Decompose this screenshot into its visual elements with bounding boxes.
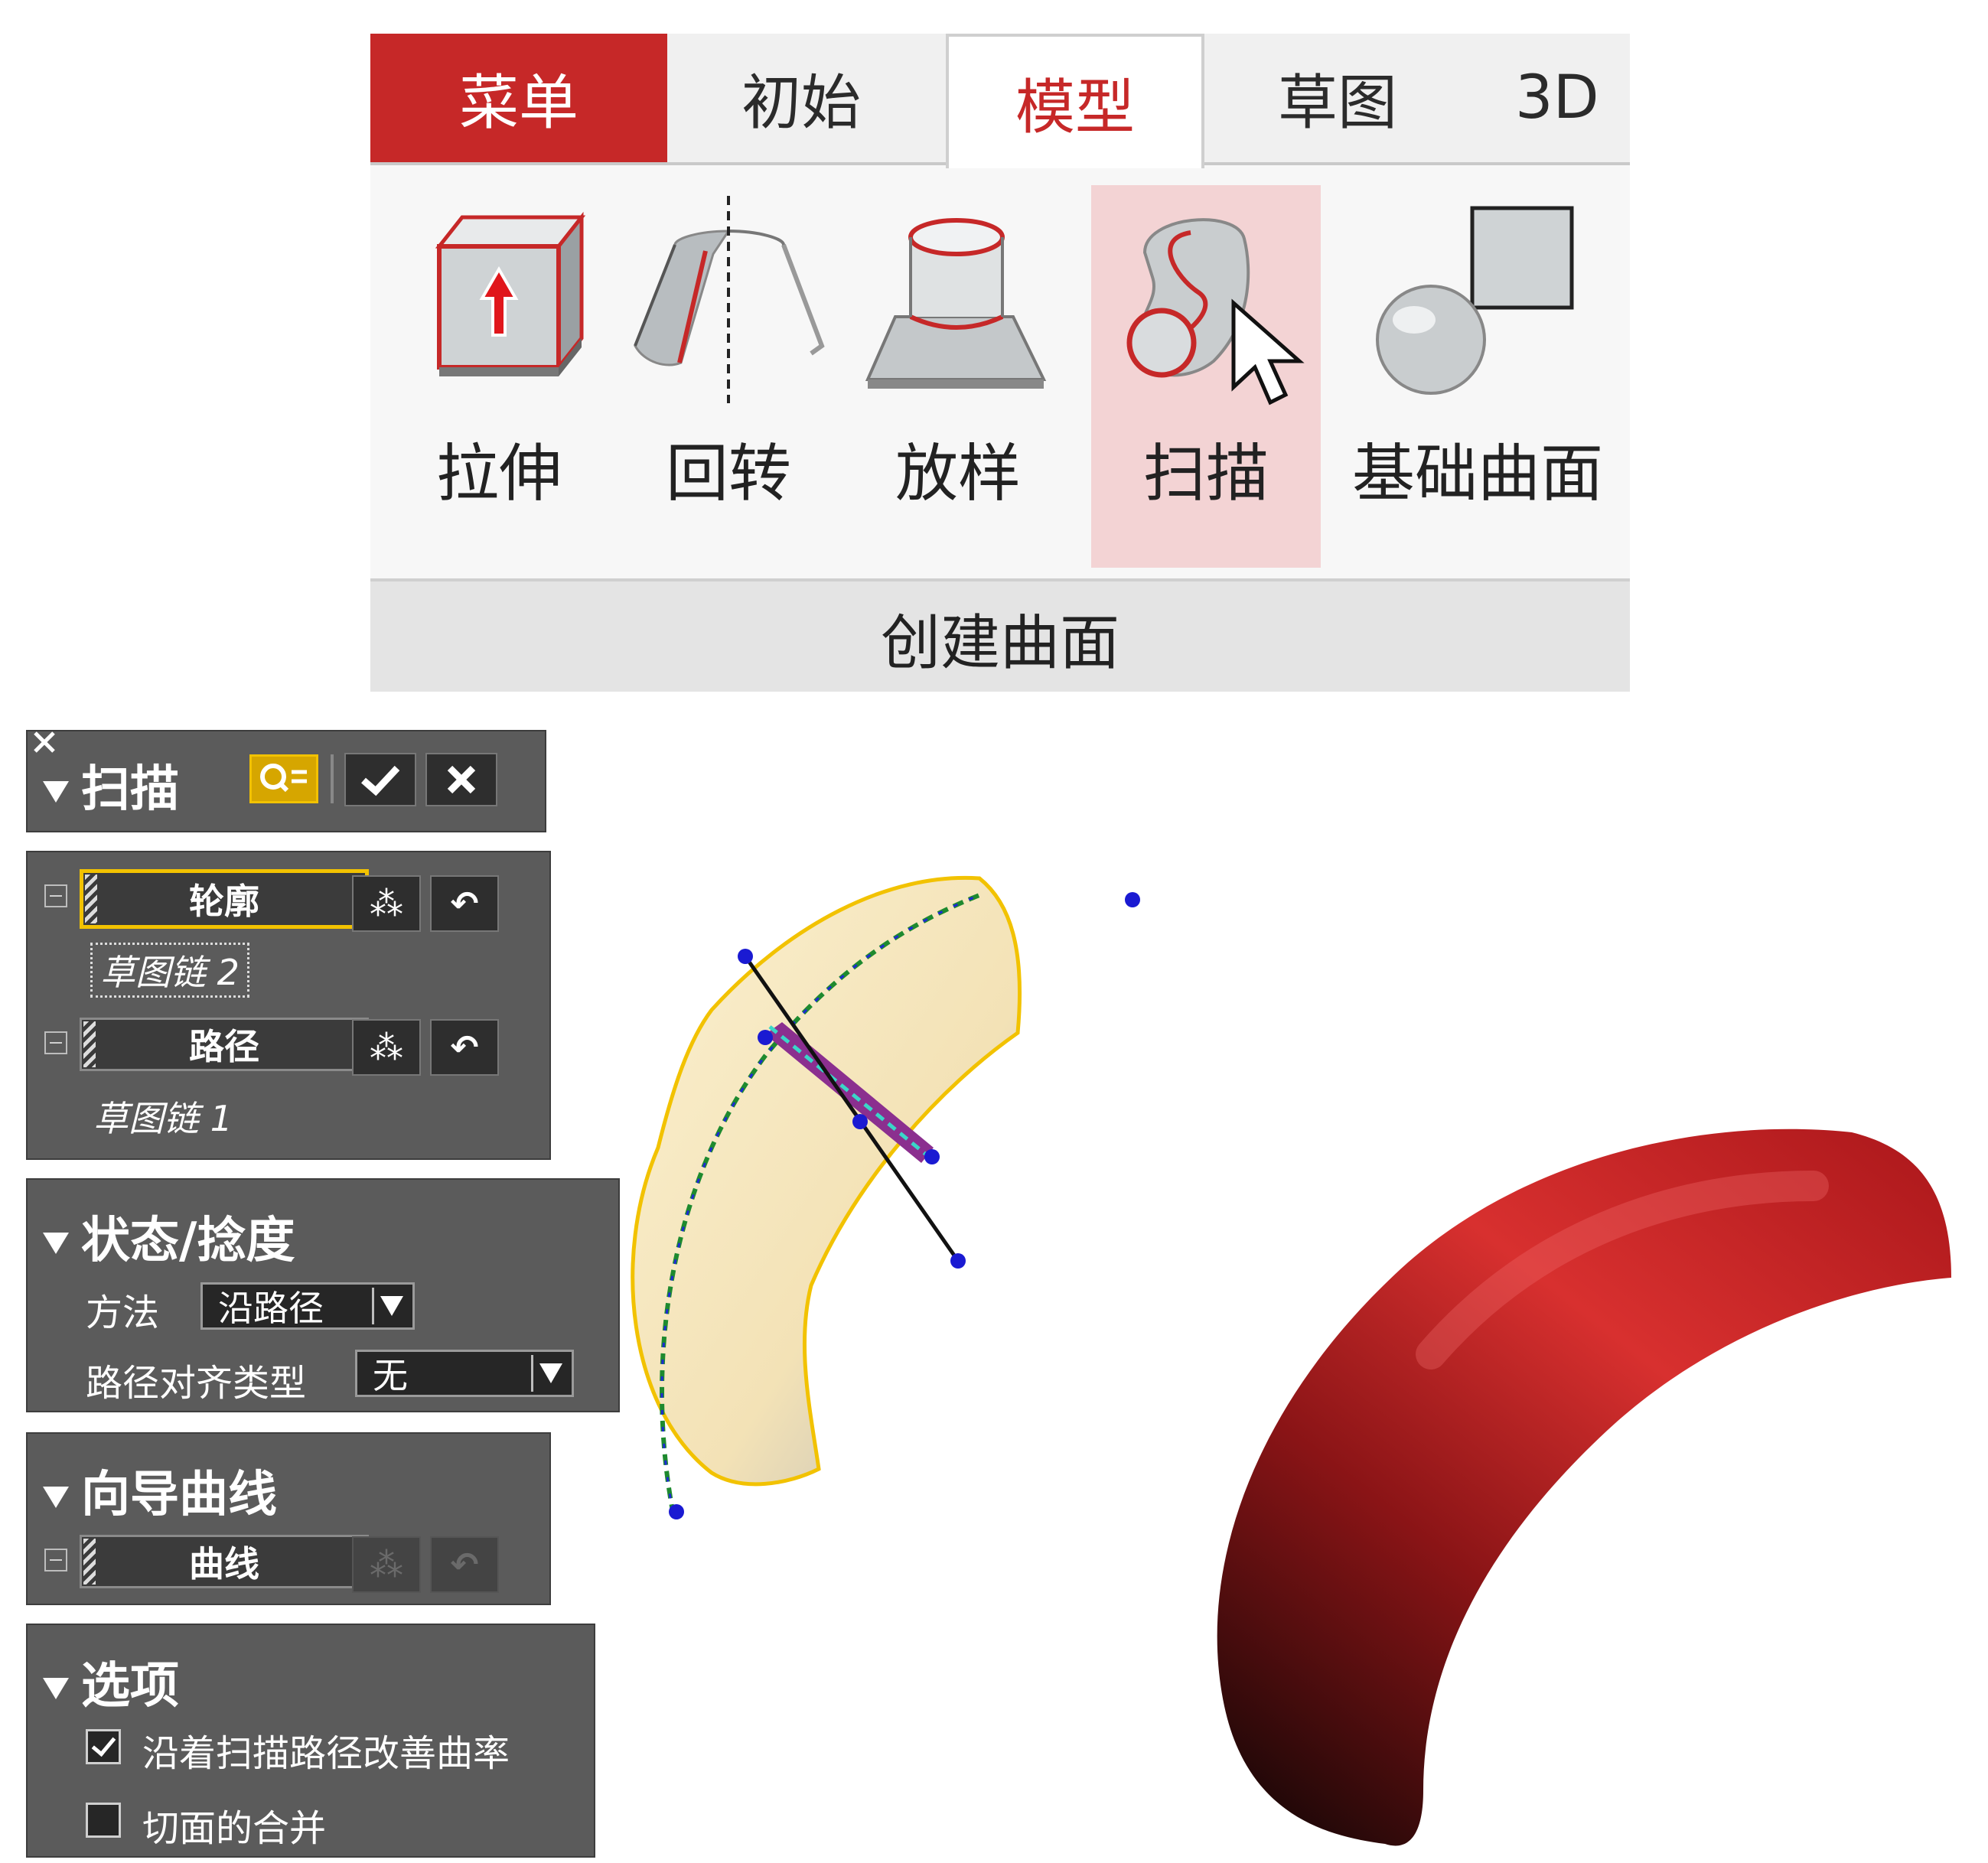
method-label: 方法 [86,1291,160,1334]
control-point[interactable] [950,1253,966,1269]
tangent-merge-checkbox[interactable] [86,1803,121,1838]
control-point[interactable] [924,1149,940,1164]
tool-label-sweep: 扫描 [1142,438,1269,510]
curve-undo-button[interactable]: ↶ [430,1536,499,1593]
method-dropdown[interactable]: 沿路径 [200,1282,415,1330]
state-twist-panel: 状态/捻度 方法 沿路径 路径对齐类型 无 [26,1178,620,1412]
basic-surface-tool[interactable]: 基础曲面 [1328,185,1627,568]
profile-field[interactable]: 轮廓 [80,869,369,929]
cancel-button[interactable] [425,753,497,806]
improve-curvature-label: 沿着扫描路径改善曲率 [142,1732,510,1775]
path-undo-button[interactable]: ↶ [430,1019,499,1076]
select-spark-icon: ⁂ [370,884,403,923]
options-title-text: 选项 [81,1658,179,1715]
guide-title[interactable]: 向导曲线 [43,1455,277,1526]
tool-label-basic-surface: 基础曲面 [1351,438,1603,510]
path-value[interactable]: 草图链 1 [93,1091,233,1142]
extrude-tool[interactable]: 拉伸 [384,185,614,568]
revolve-tool[interactable]: 回转 [614,185,843,568]
select-spark-icon: ⁂ [370,1028,403,1067]
curve-label: 曲线 [189,1543,259,1585]
sweep-preview-viewport[interactable] [612,857,1224,1545]
ribbon-group-label: 创建曲面 [370,578,1630,692]
profile-path-panel: 轮廓 ⁂ ↶ 草图链 2 路径 ⁂ ↶ 草图链 1 [26,851,551,1160]
tab-menu[interactable]: 菜单 [370,34,667,162]
align-type-value: 无 [373,1355,408,1396]
control-point[interactable] [669,1504,684,1519]
hatch-icon [85,875,97,923]
confirm-button[interactable] [344,753,416,806]
path-collapse-icon[interactable] [44,1031,67,1054]
select-spark-icon: ⁂ [370,1545,403,1585]
path-select-button[interactable]: ⁂ [352,1019,421,1076]
hatch-icon [83,1539,96,1585]
options-title[interactable]: 选项 [43,1646,179,1717]
loft-icon [865,218,1047,389]
curve-field[interactable]: 曲线 [80,1535,369,1588]
collapse-triangle-icon [43,781,69,803]
sweep-result-viewport[interactable] [1178,1102,1988,1859]
tab-model[interactable]: 模型 [946,34,1204,168]
align-type-dropdown[interactable]: 无 [355,1350,574,1397]
path-field[interactable]: 路径 [80,1018,369,1071]
tab-3d[interactable]: 3D [1468,34,1630,162]
guide-curves-panel: 向导曲线 曲线 ⁂ ↶ [26,1432,551,1605]
guide-title-text: 向导曲线 [81,1467,277,1523]
profile-undo-button[interactable]: ↶ [430,875,499,932]
collapse-triangle-icon [43,1487,69,1509]
profile-select-button[interactable]: ⁂ [352,875,421,932]
check-icon [361,765,400,796]
profile-value[interactable]: 草图链 2 [90,943,249,998]
sweep-title-text: 扫描 [81,761,179,818]
tab-sketch[interactable]: 草图 [1207,34,1468,162]
control-point[interactable] [852,1114,868,1129]
preview-button[interactable] [249,754,318,803]
undo-icon: ↶ [450,1545,479,1585]
cursor-icon [1231,298,1305,405]
loft-tool[interactable]: 放样 [843,185,1073,568]
profile-collapse-icon[interactable] [44,884,67,907]
align-type-label: 路径对齐类型 [86,1362,307,1405]
state-title[interactable]: 状态/捻度 [43,1201,295,1272]
curve-select-button[interactable]: ⁂ [352,1536,421,1593]
tab-initial[interactable]: 初始 [667,34,935,162]
hatch-icon [83,1021,96,1067]
close-icon [447,765,476,794]
tangent-merge-label: 切面的合并 [142,1807,327,1850]
ribbon: 菜单 初始 模型 草图 3D 拉伸 回转 放样 扫描 基础曲面 创建曲面 [370,34,1630,692]
sweep-title[interactable]: 扫描 [43,750,179,820]
undo-icon: ↶ [450,884,479,923]
curve-collapse-icon[interactable] [44,1549,67,1571]
control-point[interactable] [738,949,753,964]
state-title-text: 状态/捻度 [81,1213,295,1269]
dropdown-arrow-icon [531,1355,569,1392]
collapse-triangle-icon [43,1678,69,1700]
sweep-tool[interactable]: 扫描 [1091,185,1321,568]
control-point[interactable] [758,1030,773,1045]
extrude-icon [435,211,586,376]
control-point[interactable] [1125,892,1140,907]
tool-label-loft: 放样 [895,438,1021,510]
sweep-panel-header: 扫描 [26,730,546,832]
basic-surface-icon [1376,206,1574,395]
improve-curvature-checkbox[interactable] [86,1729,121,1764]
tool-label-revolve: 回转 [665,438,791,510]
tool-label-extrude: 拉伸 [435,438,562,510]
header-divider [331,754,334,803]
path-label: 路径 [189,1026,259,1067]
options-panel: 选项 沿着扫描路径改善曲率 切面的合并 [26,1624,595,1858]
dropdown-arrow-icon [372,1288,409,1324]
undo-icon: ↶ [450,1028,479,1067]
preview-surface [631,875,1022,1487]
ribbon-tab-bar: 菜单 初始 模型 草图 3D [370,34,1630,168]
collapse-triangle-icon [43,1233,69,1255]
profile-label: 轮廓 [189,881,259,922]
method-value: 沿路径 [218,1288,324,1329]
magnifier-preview-icon [260,764,307,793]
revolve-icon [634,196,825,403]
ribbon-panel: 拉伸 回转 放样 扫描 基础曲面 [370,165,1630,578]
